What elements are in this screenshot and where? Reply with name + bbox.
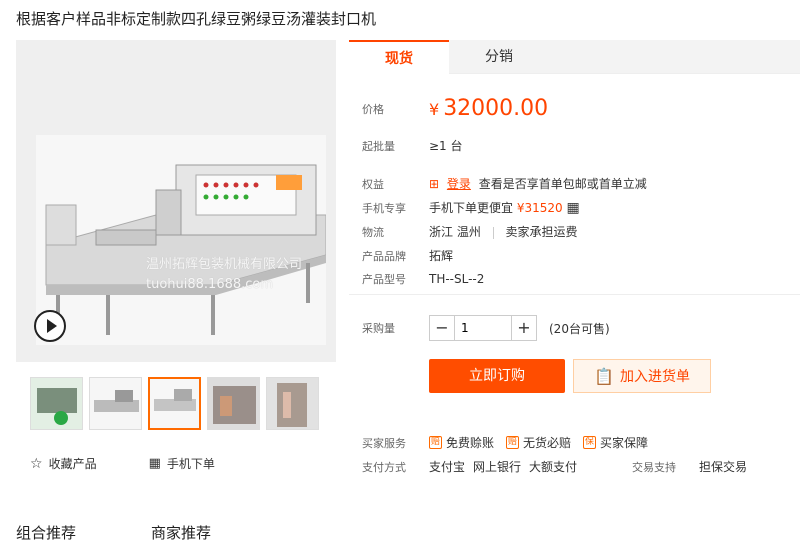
buy-now-button[interactable]: 立即订购: [429, 359, 565, 393]
brand-value: 拓辉: [429, 249, 454, 263]
product-main-image[interactable]: [36, 135, 326, 345]
thumbnail-image: [208, 378, 259, 429]
thumbnail-image: [90, 378, 141, 429]
model-row: 产品型号 TH--SL--2: [362, 272, 485, 286]
gift-icon: ⊞: [429, 177, 440, 191]
quantity-row: 采购量 − + (20台可售): [362, 315, 610, 341]
shield-icon: 保: [583, 436, 597, 449]
tab-distribution[interactable]: 分销: [449, 40, 549, 74]
price-label: 价格: [362, 102, 384, 116]
moq-row: 起批量 ≥1 台: [362, 139, 463, 153]
pay-method: 大额支付: [529, 460, 578, 474]
moq-value: ≥1 台: [429, 139, 463, 153]
logistics-row: 物流 浙江 温州 卖家承担运费: [362, 225, 578, 239]
video-play-button[interactable]: [34, 310, 66, 342]
star-icon: ☆: [30, 455, 43, 472]
divider: [492, 226, 494, 239]
model-value: TH--SL--2: [429, 272, 485, 286]
available-stock: (20台可售): [549, 321, 610, 336]
recommend-tabs: 组合推荐 商家推荐: [16, 522, 211, 543]
pay-method: 支付宝: [429, 460, 466, 474]
tab-spot[interactable]: 现货: [349, 40, 449, 74]
add-to-cart-button[interactable]: 📋 加入进货单: [573, 359, 711, 393]
gallery-actions: ☆ 收藏产品 ▦ 手机下单: [30, 455, 215, 472]
trade-support: 交易支持 担保交易: [632, 460, 748, 474]
mobile-row: 手机专享 手机下单更便宜 ¥31520 ▦: [362, 200, 580, 216]
pay-method: 网上银行: [473, 460, 522, 474]
qrcode-icon: ▦: [148, 456, 161, 471]
mobile-order-button[interactable]: ▦ 手机下单: [149, 455, 215, 472]
login-link[interactable]: 登录: [447, 177, 471, 191]
tab-combo[interactable]: 组合推荐: [16, 522, 76, 543]
service-protection[interactable]: 保买家保障: [583, 434, 648, 451]
thumbnail-image: [31, 378, 82, 429]
thumbnail-5[interactable]: [266, 377, 319, 430]
increase-button[interactable]: +: [512, 316, 536, 340]
thumbnail-4[interactable]: [207, 377, 260, 430]
thumbnail-3[interactable]: [148, 377, 201, 430]
play-icon: [46, 319, 57, 333]
shipping-info: 卖家承担运费: [505, 225, 578, 239]
product-title: 根据客户样品非标定制款四孔绿豆粥绿豆汤灌装封口机: [16, 10, 377, 28]
thumbnail-1[interactable]: [30, 377, 83, 430]
payment-row: 支付方式 支付宝 网上银行 大额支付: [362, 460, 578, 474]
price-row: 价格 ¥32000.00: [362, 96, 548, 121]
badge-icon: 赔: [429, 436, 442, 449]
brand-row: 产品品牌 拓辉: [362, 249, 454, 263]
price-value: ¥32000.00: [429, 96, 549, 121]
location: 浙江 温州: [429, 225, 481, 239]
favorite-button[interactable]: ☆ 收藏产品: [30, 455, 97, 472]
badge-icon: 赔: [506, 436, 520, 449]
service-row: 买家服务 赔免费赊账 赔无货必赔 保买家保障: [362, 434, 649, 451]
quantity-stepper: − +: [429, 315, 537, 341]
thumbnail-image: [150, 379, 199, 428]
watermark: 温州拓辉包装机械有限公司 tuohui88.1688.com: [146, 257, 303, 292]
thumbnail-strip: [30, 377, 319, 430]
qrcode-icon[interactable]: ▦: [566, 200, 579, 216]
divider: [349, 294, 800, 295]
service-credit[interactable]: 赔免费赊账: [429, 434, 494, 451]
decrease-button[interactable]: −: [430, 316, 454, 340]
service-compensation[interactable]: 赔无货必赔: [506, 434, 571, 451]
clipboard-icon: 📋: [594, 366, 614, 386]
rights-row: 权益 ⊞ 登录 查看是否享首单包邮或首单立减: [362, 177, 647, 191]
mobile-price: ¥31520: [516, 201, 563, 215]
quantity-input[interactable]: [454, 316, 512, 340]
tab-merchant[interactable]: 商家推荐: [151, 522, 211, 543]
thumbnail-image: [267, 378, 318, 429]
thumbnail-2[interactable]: [89, 377, 142, 430]
product-gallery[interactable]: 温州拓辉包装机械有限公司 tuohui88.1688.com: [16, 40, 336, 362]
offer-tabs: 现货 分销: [349, 40, 800, 74]
